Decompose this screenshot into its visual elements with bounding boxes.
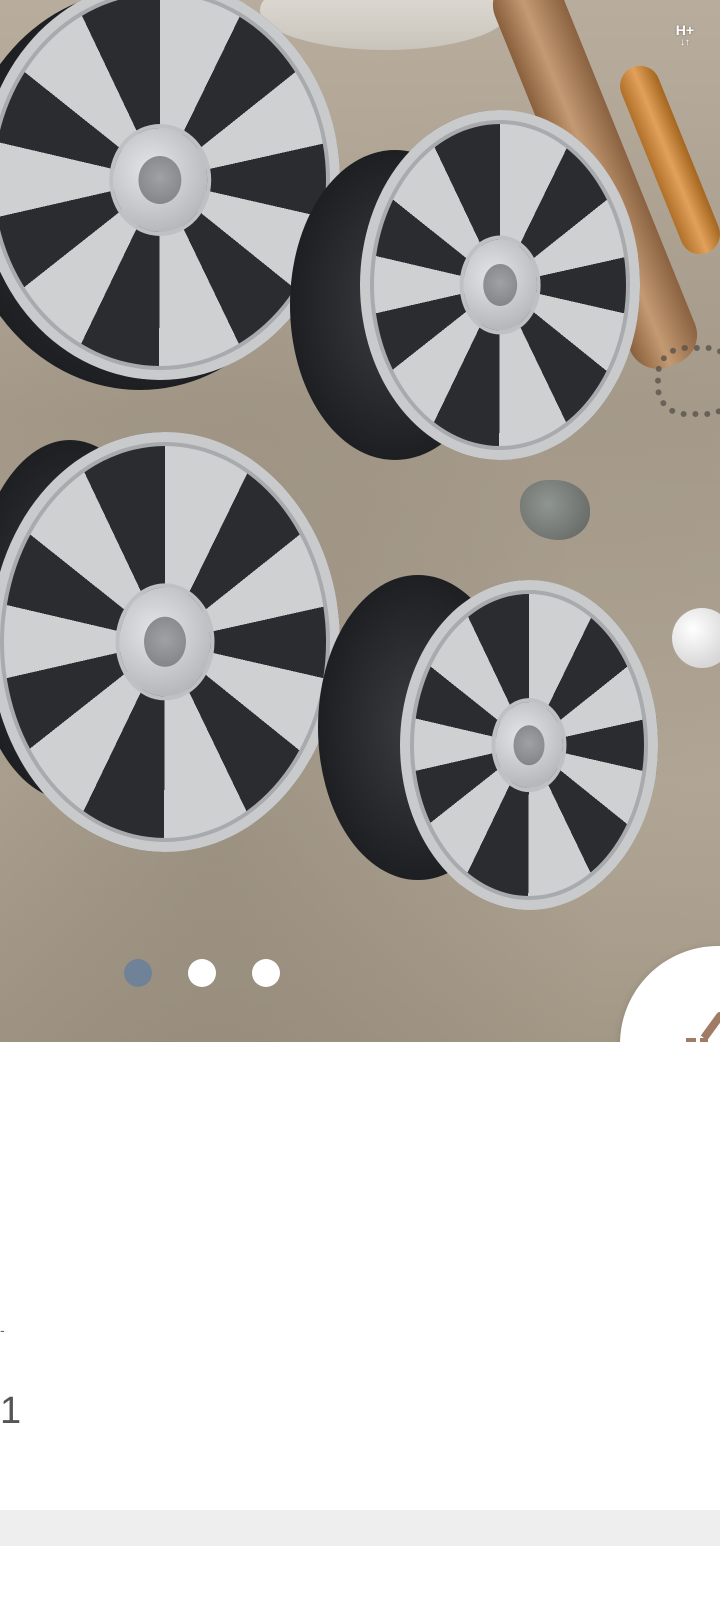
network-indicator: H+ ↓↑ [676, 22, 694, 48]
wheel-2-hubcap [360, 110, 640, 460]
carousel-dot-3[interactable] [252, 959, 280, 987]
partial-detail-value: 1 [0, 1390, 22, 1432]
rim-top-partial [260, 0, 510, 50]
carousel-dot-2[interactable] [188, 959, 216, 987]
white-object [672, 608, 720, 668]
section-divider [0, 1510, 720, 1546]
carousel-dots [124, 959, 280, 987]
carousel-dot-1[interactable] [124, 959, 152, 987]
wheel-1-hubcap [0, 0, 340, 380]
partial-detail-mark: - [0, 1322, 5, 1338]
network-arrows: ↓↑ [679, 37, 690, 48]
screen: H+ ↓↑ - 1 [0, 0, 720, 1600]
wheel-4-hubcap [400, 580, 658, 910]
wheel-3-hubcap [0, 432, 340, 852]
listing-photo[interactable]: H+ ↓↑ [0, 0, 720, 1042]
network-label: H+ [675, 22, 694, 38]
stone [520, 480, 590, 540]
chain [655, 345, 720, 417]
